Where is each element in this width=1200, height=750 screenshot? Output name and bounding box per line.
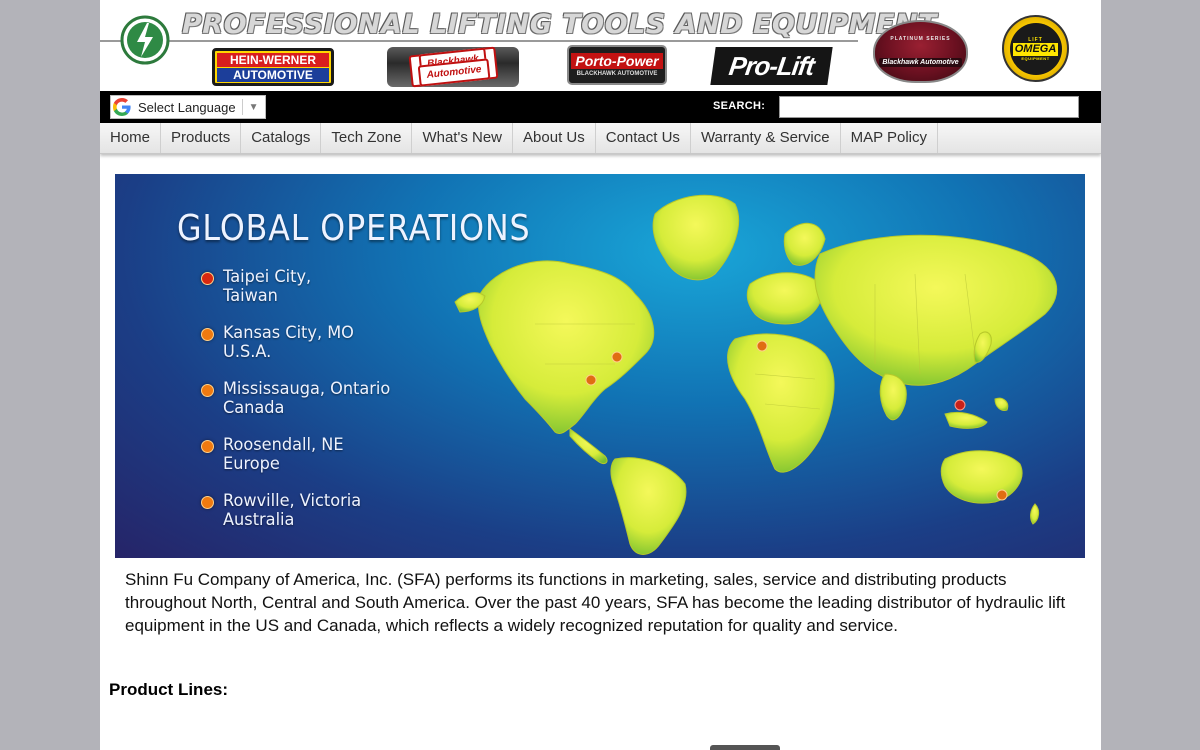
location-region: Europe (223, 454, 280, 474)
google-icon (113, 98, 131, 116)
shinn-fu-logo-icon[interactable] (120, 15, 170, 65)
search-input[interactable] (779, 96, 1079, 118)
search-label: SEARCH: (713, 100, 766, 112)
main-nav: Home Products Catalogs Tech Zone What's … (100, 123, 1101, 154)
global-operations-banner: GLOBAL OPERATIONS Taipei City, Taiwan Ka… (115, 174, 1085, 558)
location-city: Taipei City, (223, 267, 312, 287)
pin-kansas-city (585, 374, 597, 386)
product-image-preview[interactable] (710, 745, 780, 750)
location-city: Rowville, Victoria (223, 491, 362, 511)
location-city: Roosendall, NE (223, 435, 344, 455)
pin-mississauga (611, 351, 623, 363)
brand-platinum-line2: Blackhawk Automotive (879, 58, 962, 67)
chevron-down-icon: ▼ (248, 101, 259, 113)
banner-title: GLOBAL OPERATIONS (177, 208, 531, 249)
language-selector[interactable]: Select Language ▼ (110, 95, 266, 119)
location-dot-icon (201, 440, 214, 453)
brand-platinum-line1: PLATINUM SERIES (890, 36, 951, 42)
location-dot-icon (201, 384, 214, 397)
brand-hein-werner-line2: AUTOMOTIVE (217, 67, 329, 82)
page: PROFESSIONAL LIFTING TOOLS AND EQUIPMENT… (100, 0, 1101, 750)
product-lines-heading: Product Lines: (109, 680, 229, 699)
brand-omega-line2: OMEGA (1012, 42, 1059, 56)
brand-platinum-series-logo[interactable]: PLATINUM SERIES Blackhawk Automotive (873, 20, 968, 83)
brand-blackhawk-text: Blackhawk Automotive (408, 46, 498, 88)
brand-hein-werner-logo[interactable]: HEIN-WERNER AUTOMOTIVE (212, 48, 334, 86)
nav-item-products[interactable]: Products (161, 123, 242, 153)
nav-item-about-us[interactable]: About Us (513, 123, 596, 153)
brand-blackhawk-logo[interactable]: Blackhawk Automotive (387, 46, 519, 88)
nav-item-map-policy[interactable]: MAP Policy (841, 123, 939, 153)
location-city: Mississauga, Ontario (223, 379, 391, 399)
location-list: Taipei City, Taiwan Kansas City, MO U.S.… (201, 268, 399, 548)
location-dot-icon (201, 328, 214, 341)
location-dot-icon (201, 496, 214, 509)
nav-item-contact-us[interactable]: Contact Us (596, 123, 691, 153)
brand-hein-werner-line1: HEIN-WERNER (217, 52, 329, 67)
location-item: Mississauga, Ontario Canada (201, 380, 399, 436)
location-region: Taiwan (223, 286, 278, 306)
location-region: Australia (223, 510, 295, 530)
pin-taipei (954, 399, 966, 411)
location-region: Canada (223, 398, 285, 418)
pin-roosendall (756, 340, 768, 352)
location-item: Kansas City, MO U.S.A. (201, 324, 399, 380)
site-header: PROFESSIONAL LIFTING TOOLS AND EQUIPMENT… (100, 0, 1101, 91)
nav-item-whats-new[interactable]: What's New (412, 123, 514, 153)
location-item: Rowville, Victoria Australia (201, 492, 399, 548)
brand-porto-power-logo[interactable]: Porto-Power BLACKHAWK AUTOMOTIVE (567, 45, 667, 85)
location-item: Roosendall, NE Europe (201, 436, 399, 492)
utility-bar: Select Language ▼ SEARCH: (100, 91, 1101, 123)
brand-pro-lift-text: Pro-Lift (727, 50, 816, 81)
nav-item-home[interactable]: Home (100, 123, 162, 153)
brand-omega-logo[interactable]: LIFT OMEGA EQUIPMENT (1002, 15, 1069, 82)
nav-item-tech-zone[interactable]: Tech Zone (321, 123, 413, 153)
brand-omega-inner: LIFT OMEGA EQUIPMENT (1009, 22, 1062, 75)
brand-porto-power-line1: Porto-Power (571, 52, 663, 69)
language-selector-separator (241, 99, 243, 115)
nav-item-warranty-service[interactable]: Warranty & Service (691, 123, 841, 153)
location-dot-icon (201, 272, 214, 285)
brand-porto-power-line2: BLACKHAWK AUTOMOTIVE (576, 70, 658, 77)
brand-omega-line3: EQUIPMENT (1021, 55, 1050, 61)
brand-pro-lift-logo[interactable]: Pro-Lift (710, 47, 833, 85)
location-item: Taipei City, Taiwan (201, 268, 399, 324)
location-region: U.S.A. (223, 342, 272, 362)
nav-item-catalogs[interactable]: Catalogs (241, 123, 322, 153)
pin-rowville (996, 489, 1008, 501)
language-selector-label: Select Language (138, 99, 236, 115)
site-tagline: PROFESSIONAL LIFTING TOOLS AND EQUIPMENT (182, 9, 937, 40)
location-city: Kansas City, MO (223, 323, 354, 343)
company-intro: Shinn Fu Company of America, Inc. (SFA) … (125, 570, 1066, 635)
